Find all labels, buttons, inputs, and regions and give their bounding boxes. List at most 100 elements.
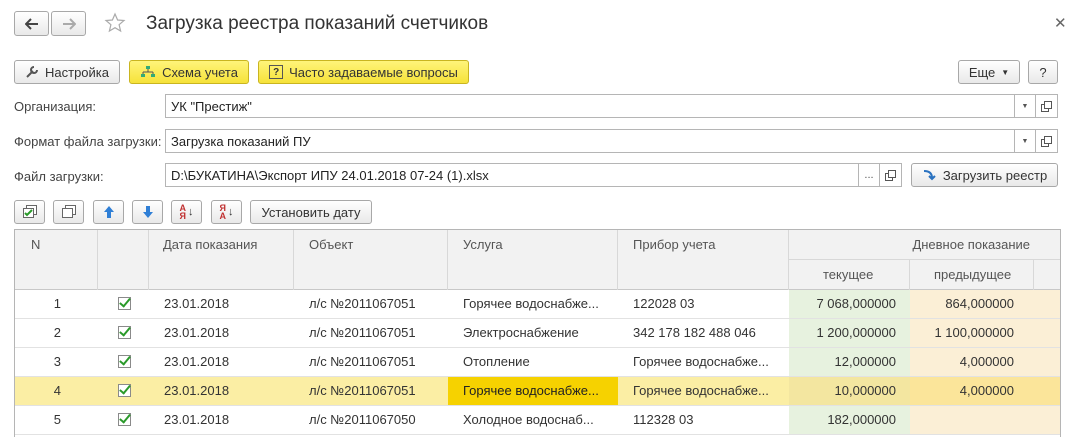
help-label: ? <box>1039 64 1047 80</box>
browse-label: ... <box>864 169 874 181</box>
header-object-label: Объект <box>309 237 354 252</box>
star-icon[interactable] <box>104 12 126 34</box>
cell-n: 4 <box>53 383 61 398</box>
scheme-button[interactable]: Схема учета <box>129 60 249 84</box>
cell-n: 2 <box>53 325 61 340</box>
sort-arrow-icon: ↓ <box>188 206 194 218</box>
file-open-button[interactable] <box>879 163 902 187</box>
org-dropdown-button[interactable]: ▼ <box>1014 94 1036 118</box>
more-button[interactable]: Еще ▼ <box>958 60 1020 84</box>
sort-desc-button[interactable]: ЯА ↓ <box>211 200 242 224</box>
settings-button[interactable]: Настройка <box>14 60 120 84</box>
header-previous: предыдущее <box>910 260 1034 290</box>
format-label: Формат файла загрузки: <box>14 134 162 149</box>
load-registry-label: Загрузить реестр <box>942 167 1048 183</box>
sort-asc-button[interactable]: АЯ ↓ <box>171 200 202 224</box>
header-date-label: Дата показания <box>163 237 258 252</box>
cell-previous: 4,000000 <box>959 354 1014 369</box>
cell-previous: 864,000000 <box>945 296 1014 311</box>
header-previous-label: предыдущее <box>934 267 1012 282</box>
org-label: Организация: <box>14 99 97 114</box>
cell-service: Отопление <box>463 354 530 369</box>
faq-button[interactable]: ? Часто задаваемые вопросы <box>258 60 469 84</box>
table-row[interactable]: 2 23.01.2018 л/с №2011067051 Электроснабжен… <box>15 319 1060 348</box>
org-value: УК "Престиж" <box>171 98 252 114</box>
cell-device: 122028 03 <box>633 296 695 311</box>
readings-table: N Дата показания Объект Услуга Прибор уч… <box>14 229 1061 437</box>
cell-n: 3 <box>53 354 61 369</box>
table-row[interactable]: 4 23.01.2018 л/с №2011067051 Горячее водосн… <box>15 377 1060 406</box>
move-down-button[interactable] <box>132 200 163 224</box>
cell-service: Горячее водоснабже... <box>448 377 618 405</box>
faq-label: Часто задаваемые вопросы <box>289 64 458 80</box>
question-icon: ? <box>269 65 284 79</box>
header-current-label: текущее <box>823 267 874 282</box>
row-checkbox[interactable] <box>118 413 131 426</box>
table-row[interactable]: 3 23.01.2018 л/с №2011067051 Отопление Горяч… <box>15 348 1060 377</box>
chevron-down-icon: ▼ <box>1001 67 1010 77</box>
header-n-label: N <box>31 237 41 252</box>
format-field[interactable]: Загрузка показаний ПУ <box>165 129 1015 153</box>
cell-n: 5 <box>53 412 61 427</box>
cell-object: л/с №2011067051 <box>309 383 416 398</box>
format-dropdown-button[interactable]: ▼ <box>1014 129 1036 153</box>
close-icon[interactable]: ✕ <box>1054 14 1067 32</box>
cell-date: 23.01.2018 <box>164 296 230 311</box>
check-all-button[interactable] <box>14 200 45 224</box>
scheme-label: Схема учета <box>162 64 238 80</box>
hierarchy-icon <box>140 65 156 79</box>
format-open-button[interactable] <box>1035 129 1058 153</box>
arrow-left-icon <box>24 17 39 30</box>
set-date-button[interactable]: Установить дату <box>250 200 372 224</box>
cell-date: 23.01.2018 <box>164 325 230 340</box>
cell-date: 23.01.2018 <box>164 383 230 398</box>
row-checkbox[interactable] <box>118 355 131 368</box>
header-object: Объект <box>294 230 448 290</box>
sort-arrow-icon: ↓ <box>228 206 234 218</box>
open-icon <box>885 169 896 181</box>
cell-service: Горячее водоснабже... <box>463 296 599 311</box>
move-up-button[interactable] <box>93 200 124 224</box>
load-registry-button[interactable]: Загрузить реестр <box>911 163 1058 187</box>
cell-previous: 4,000000 <box>959 383 1014 398</box>
cell-current: 182,000000 <box>827 412 896 427</box>
uncheck-all-button[interactable] <box>53 200 84 224</box>
file-label: Файл загрузки: <box>14 169 104 184</box>
more-label: Еще <box>968 64 996 80</box>
cell-current: 12,000000 <box>834 354 896 369</box>
cell-object: л/с №2011067051 <box>309 296 416 311</box>
header-device: Прибор учета <box>618 230 789 290</box>
set-date-label: Установить дату <box>261 204 361 220</box>
cell-device: Горячее водоснабже... <box>633 354 769 369</box>
back-button[interactable] <box>14 11 49 36</box>
file-field[interactable]: D:\БУКАТИНА\Экспорт ИПУ 24.01.2018 07-24… <box>165 163 859 187</box>
check-all-icon <box>22 205 38 219</box>
table-row[interactable]: 1 23.01.2018 л/с №2011067051 Горячее водосн… <box>15 290 1060 319</box>
chevron-down-icon: ▼ <box>1021 137 1029 145</box>
help-button[interactable]: ? <box>1028 60 1058 84</box>
header-day-reading-label: Дневное показание <box>912 237 1030 252</box>
row-checkbox[interactable] <box>118 384 131 397</box>
cell-current: 10,000000 <box>834 383 896 398</box>
row-checkbox[interactable] <box>118 326 131 339</box>
header-device-label: Прибор учета <box>633 237 716 252</box>
cell-device: Горячее водоснабже... <box>633 383 769 398</box>
wrench-icon <box>25 65 39 79</box>
format-value: Загрузка показаний ПУ <box>171 133 311 149</box>
org-field[interactable]: УК "Престиж" <box>165 94 1015 118</box>
header-current: текущее <box>789 260 910 290</box>
org-open-button[interactable] <box>1035 94 1058 118</box>
cell-device: 342 178 182 488 046 <box>633 325 756 340</box>
header-day-reading: Дневное показание <box>789 230 1060 260</box>
cell-service: Электроснабжение <box>463 325 579 340</box>
row-checkbox[interactable] <box>118 297 131 310</box>
sort-asc-icon: АЯ <box>179 203 187 221</box>
table-row[interactable]: 5 23.01.2018 л/с №2011067050 Холодное водос… <box>15 406 1060 435</box>
cell-previous <box>910 406 1034 434</box>
forward-button[interactable] <box>51 11 86 36</box>
header-date: Дата показания <box>149 230 294 290</box>
uncheck-all-icon <box>61 205 77 219</box>
cell-object: л/с №2011067050 <box>309 412 416 427</box>
browse-button[interactable]: ... <box>858 163 880 187</box>
cell-object: л/с №2011067051 <box>309 354 416 369</box>
